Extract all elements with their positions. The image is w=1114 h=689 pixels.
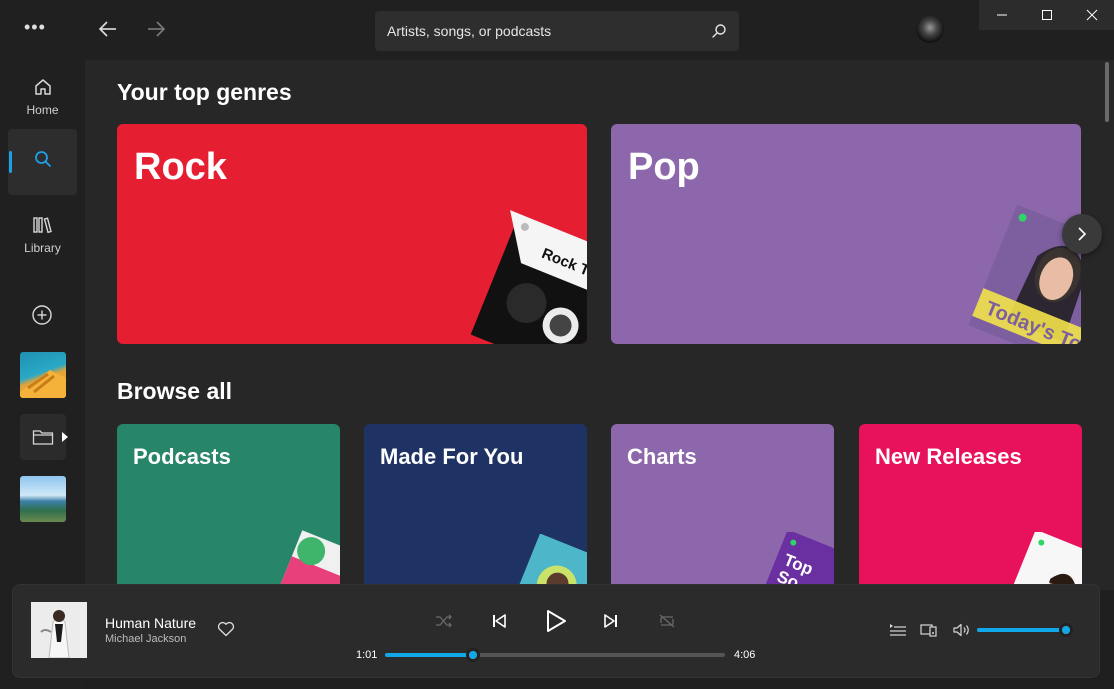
nav-search[interactable] bbox=[8, 129, 77, 195]
volume-slider-handle[interactable] bbox=[1059, 623, 1074, 637]
skip-previous-icon bbox=[493, 614, 506, 628]
connect-device-icon[interactable] bbox=[920, 623, 938, 637]
folder-expand-icon[interactable] bbox=[62, 432, 68, 442]
card-title: Made For You bbox=[380, 444, 524, 469]
forward-arrow-icon[interactable] bbox=[145, 18, 167, 40]
home-icon bbox=[34, 79, 51, 95]
back-arrow-icon[interactable] bbox=[97, 18, 119, 40]
play-icon bbox=[547, 610, 566, 632]
genre-card-pop[interactable]: Pop Today's Top Hits bbox=[611, 124, 1081, 344]
track-artist[interactable]: Michael Jackson bbox=[105, 633, 186, 645]
genre-cover-art: Today's Top Hits bbox=[968, 204, 1081, 344]
elapsed-time: 1:01 bbox=[356, 649, 378, 661]
nav-library[interactable]: Library bbox=[8, 202, 77, 268]
volume-icon[interactable] bbox=[953, 623, 971, 637]
play-button[interactable] bbox=[543, 607, 569, 635]
queue-icon[interactable] bbox=[889, 623, 907, 637]
close-button[interactable] bbox=[1069, 0, 1114, 30]
card-title: Charts bbox=[627, 444, 697, 469]
previous-button[interactable] bbox=[488, 610, 510, 632]
app-menu-button[interactable]: ••• bbox=[24, 18, 46, 36]
seek-bar-handle[interactable] bbox=[466, 648, 481, 662]
window-controls bbox=[979, 0, 1114, 30]
shuffle-icon bbox=[436, 614, 452, 628]
maximize-icon bbox=[1041, 10, 1052, 20]
card-title: New Releases bbox=[875, 444, 1022, 469]
repeat-button[interactable] bbox=[656, 610, 678, 632]
card-title: Podcasts bbox=[133, 444, 231, 469]
seek-bar[interactable] bbox=[385, 653, 725, 657]
skip-next-icon bbox=[604, 614, 617, 628]
next-button[interactable] bbox=[600, 610, 622, 632]
chevron-right-icon bbox=[1078, 227, 1087, 241]
browse-all-heading: Browse all bbox=[117, 378, 233, 404]
total-duration: 4:06 bbox=[734, 649, 756, 661]
playlist-thumbnail-1[interactable] bbox=[20, 352, 66, 398]
nav-home[interactable]: Home bbox=[8, 64, 77, 130]
shuffle-button[interactable] bbox=[433, 610, 455, 632]
close-icon bbox=[1086, 9, 1097, 21]
search-input[interactable] bbox=[375, 11, 705, 51]
genre-cover-art: Rock This bbox=[470, 210, 587, 344]
user-avatar[interactable] bbox=[916, 15, 944, 43]
create-playlist-icon[interactable] bbox=[31, 304, 53, 326]
search-box bbox=[375, 11, 739, 51]
minimize-button[interactable] bbox=[979, 0, 1024, 30]
browse-card-made-for-you[interactable]: Made For You bbox=[364, 424, 587, 594]
genre-card-rock[interactable]: Rock Rock This bbox=[117, 124, 587, 344]
minimize-icon bbox=[996, 14, 1007, 16]
volume-slider-fill bbox=[977, 628, 1067, 632]
maximize-button[interactable] bbox=[1024, 0, 1069, 30]
volume-slider[interactable] bbox=[977, 628, 1071, 632]
album-art[interactable] bbox=[31, 602, 87, 658]
nav-home-label: Home bbox=[26, 103, 59, 117]
playlist-thumbnail-2[interactable] bbox=[20, 476, 66, 522]
like-heart-icon[interactable] bbox=[217, 621, 235, 637]
search-submit-icon[interactable] bbox=[711, 23, 727, 39]
carousel-next-button[interactable] bbox=[1062, 214, 1102, 254]
browse-card-podcasts[interactable]: Podcasts bbox=[117, 424, 340, 594]
folder-icon bbox=[32, 430, 54, 445]
main-scrollbar[interactable] bbox=[1105, 62, 1109, 122]
seek-bar-fill bbox=[385, 653, 474, 657]
genre-title: Pop bbox=[628, 146, 700, 188]
genre-title: Rock bbox=[134, 146, 227, 188]
browse-card-charts[interactable]: Charts Top So bbox=[611, 424, 834, 594]
track-title[interactable]: Human Nature bbox=[105, 615, 196, 631]
nav-library-label: Library bbox=[24, 241, 61, 255]
top-genres-heading: Your top genres bbox=[117, 79, 292, 105]
search-icon bbox=[34, 151, 51, 167]
repeat-icon bbox=[659, 614, 675, 628]
playlist-folder[interactable] bbox=[20, 414, 66, 460]
browse-card-new-releases[interactable]: New Releases bbox=[859, 424, 1082, 594]
now-playing-bar: Human Nature Michael Jackson 1:01 4:06 bbox=[12, 584, 1100, 678]
library-icon bbox=[32, 217, 52, 234]
